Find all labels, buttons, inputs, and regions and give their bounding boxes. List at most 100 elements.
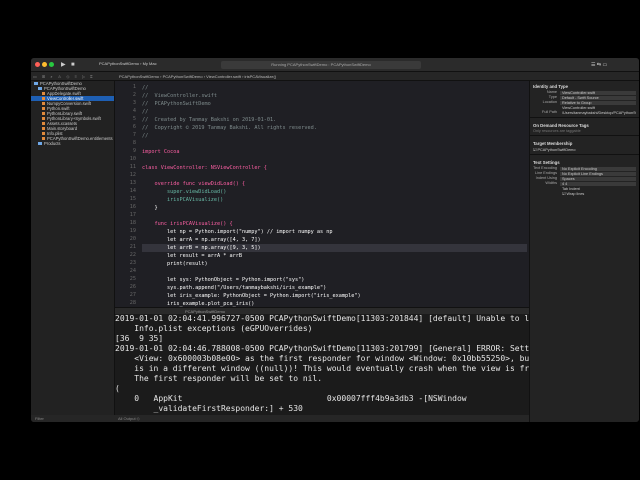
code-line[interactable]: [142, 172, 527, 180]
line-number: 27: [129, 292, 136, 298]
inspector-value[interactable]: Relative to Group: [560, 100, 636, 105]
code-line[interactable]: //: [142, 132, 527, 140]
file-icon: [42, 112, 45, 116]
line-number: 22: [129, 252, 136, 258]
line-number: 25: [129, 276, 136, 282]
scheme-selector[interactable]: PCAPythonSwiftDemo › My Mac: [99, 61, 157, 66]
code-line[interactable]: // PCAPythonSwiftDemo: [142, 100, 527, 108]
line-number: 18: [129, 220, 136, 226]
code-line[interactable]: func irisPCAVisualize() {: [142, 220, 527, 228]
console-line: Info.plist exceptions (eGPUOverrides): [115, 324, 313, 333]
code-line[interactable]: [142, 140, 527, 148]
folder-icon: [38, 142, 42, 146]
zoom-window-icon[interactable]: [49, 62, 54, 67]
line-number: 11: [129, 164, 136, 170]
code-line[interactable]: let np = Python.import("numpy") // impor…: [142, 228, 527, 236]
code-line[interactable]: super.viewDidLoad(): [142, 188, 527, 196]
line-number: 20: [129, 236, 136, 242]
code-line[interactable]: //: [142, 108, 527, 116]
console-filter[interactable]: All Output ◇: [115, 415, 529, 422]
line-number: 3: [132, 100, 136, 106]
code-line[interactable]: sys.path.append("/Users/tanmaybakshi/iri…: [142, 284, 527, 292]
odr-placeholder: Only resources are taggable: [533, 129, 581, 133]
target-membership-checkbox[interactable]: ☑ PCAPythonSwiftDemo: [530, 147, 639, 152]
inspector-value[interactable]: Spaces: [560, 176, 636, 181]
file-icon: [42, 102, 45, 106]
project-navigator: PCAPythonSwiftDemo PCAPythonSwiftDemo AppD…: [31, 81, 115, 422]
odr-section-title: On Demand Resource Tags: [533, 123, 589, 128]
inspector-value[interactable]: ViewController.swift: [560, 90, 636, 95]
run-icon[interactable]: ▶: [61, 61, 66, 69]
navigator-item[interactable]: Products: [31, 141, 114, 146]
code-line[interactable]: // ViewController.swift: [142, 92, 527, 100]
console-line: [36 9 35]: [115, 334, 164, 343]
line-number: 19: [129, 228, 136, 234]
code-line[interactable]: let sys: PythonObject = Python.import("s…: [142, 276, 527, 284]
target-name: PCAPythonSwiftDemo: [537, 148, 576, 152]
inspector-value[interactable]: ViewController.swift: [560, 106, 636, 110]
line-number: 6: [132, 124, 136, 130]
inspector-value[interactable]: Default - Swift Source: [560, 95, 636, 100]
inspector-row: ☑ Wrap lines: [530, 191, 639, 196]
file-icon: [42, 92, 45, 96]
minimize-window-icon[interactable]: [42, 62, 47, 67]
navigator-filter[interactable]: Filter: [31, 415, 115, 422]
console-line: <View: 0x600003b08e00> as the first resp…: [115, 354, 529, 363]
code-line[interactable]: print(result): [142, 260, 527, 268]
line-number: 24: [129, 268, 136, 274]
inspector-value[interactable]: Tab Indent: [560, 187, 636, 191]
folder-icon: [34, 82, 38, 86]
code-line[interactable]: //: [142, 84, 527, 92]
text-settings-title: Text Settings: [533, 160, 560, 165]
line-number: 13: [129, 180, 136, 186]
code-line[interactable]: [142, 156, 527, 164]
code-line[interactable]: let arrB = np.array([9, 3, 5]): [142, 244, 527, 252]
file-icon: [42, 137, 45, 141]
code-line[interactable]: [142, 212, 527, 220]
line-number: 8: [132, 140, 136, 146]
code-line[interactable]: }: [142, 204, 527, 212]
code-line[interactable]: iris_example.plot_pca_iris(): [142, 300, 527, 307]
jump-bar: ▭ ⊞ ⌕ ⚠ ◇ ≡ ▷ ⌗ PCAPythonSwiftDemo › PCA…: [31, 72, 639, 81]
code-line[interactable]: let iris_example: PythonObject = Python.…: [142, 292, 527, 300]
source-editor[interactable]: 1 2 3 4 5 6 7 8 9 10 11 12 13 14 15 16 17 18 19 20 21 22 23 24 2…: [115, 81, 529, 307]
console-line: 0 AppKit 0x00007fff4b9a3db3 -[NSWindow: [115, 394, 467, 403]
code-line[interactable]: let arrA = np.array([4, 3, 7]): [142, 236, 527, 244]
inspector-value[interactable]: 4 4: [560, 181, 636, 186]
identity-section-title: Identity and Type: [533, 84, 569, 89]
debug-bar: PCAPythonSwiftDemo: [115, 307, 529, 314]
navigator-tabs-icon[interactable]: ▭ ⊞ ⌕ ⚠ ◇ ≡ ▷ ⌗: [33, 74, 94, 79]
code-line[interactable]: // Copyright © 2019 Tanmay Bakshi. All r…: [142, 124, 527, 132]
line-number: 5: [132, 116, 136, 122]
inspector-row: Full Path/Users/tanmaybakshi/Desktop/PCA…: [530, 110, 639, 115]
file-icon: [42, 127, 45, 131]
debug-console[interactable]: 2019-01-01 02:04:41.996727-0500 PCAPytho…: [115, 314, 529, 415]
code-line[interactable]: irisPCAVisualize(): [142, 196, 527, 204]
console-line: is in a different window ((null))! This …: [115, 364, 529, 373]
code-line[interactable]: override func viewDidLoad() {: [142, 180, 527, 188]
inspector-value[interactable]: /Users/tanmaybakshi/Desktop/PCAPythonSwi…: [560, 111, 636, 115]
console-line: 2019-01-01 02:04:46.788008-0500 PCAPytho…: [115, 344, 529, 353]
file-inspector: Identity and Type Name ViewController.swi…: [529, 81, 639, 422]
activity-status: Running PCAPythonSwiftDemo : PCAPythonSw…: [221, 61, 421, 69]
inspector-value[interactable]: No Explicit Line Endings: [560, 171, 636, 176]
file-icon: [42, 132, 45, 136]
code-line[interactable]: // Created by Tanmay Bakshi on 2019-01-0…: [142, 116, 527, 124]
stop-icon[interactable]: ■: [71, 61, 75, 69]
close-window-icon[interactable]: [35, 62, 40, 67]
console-line: The first responder will be set to nil.: [115, 374, 323, 383]
code-line[interactable]: class ViewController: NSViewController {: [142, 164, 527, 172]
editor-mode-icon[interactable]: ☰ ⇆ ▭: [591, 61, 607, 69]
line-number: 7: [132, 132, 136, 138]
target-section-title: Target Membership: [533, 141, 573, 146]
inspector-value[interactable]: No Explicit Encoding: [560, 166, 636, 171]
breadcrumb[interactable]: PCAPythonSwiftDemo › PCAPythonSwiftDemo …: [119, 74, 276, 79]
code-line[interactable]: let result = arrA * arrB: [142, 252, 527, 260]
console-line: (: [115, 384, 120, 393]
folder-icon: [38, 87, 42, 91]
code-line[interactable]: import Cocoa: [142, 148, 527, 156]
line-number: 26: [129, 284, 136, 290]
console-line: 2019-01-01 02:04:41.996727-0500 PCAPytho…: [115, 314, 529, 323]
code-line[interactable]: [142, 268, 527, 276]
inspector-value[interactable]: ☑ Wrap lines: [560, 192, 636, 196]
